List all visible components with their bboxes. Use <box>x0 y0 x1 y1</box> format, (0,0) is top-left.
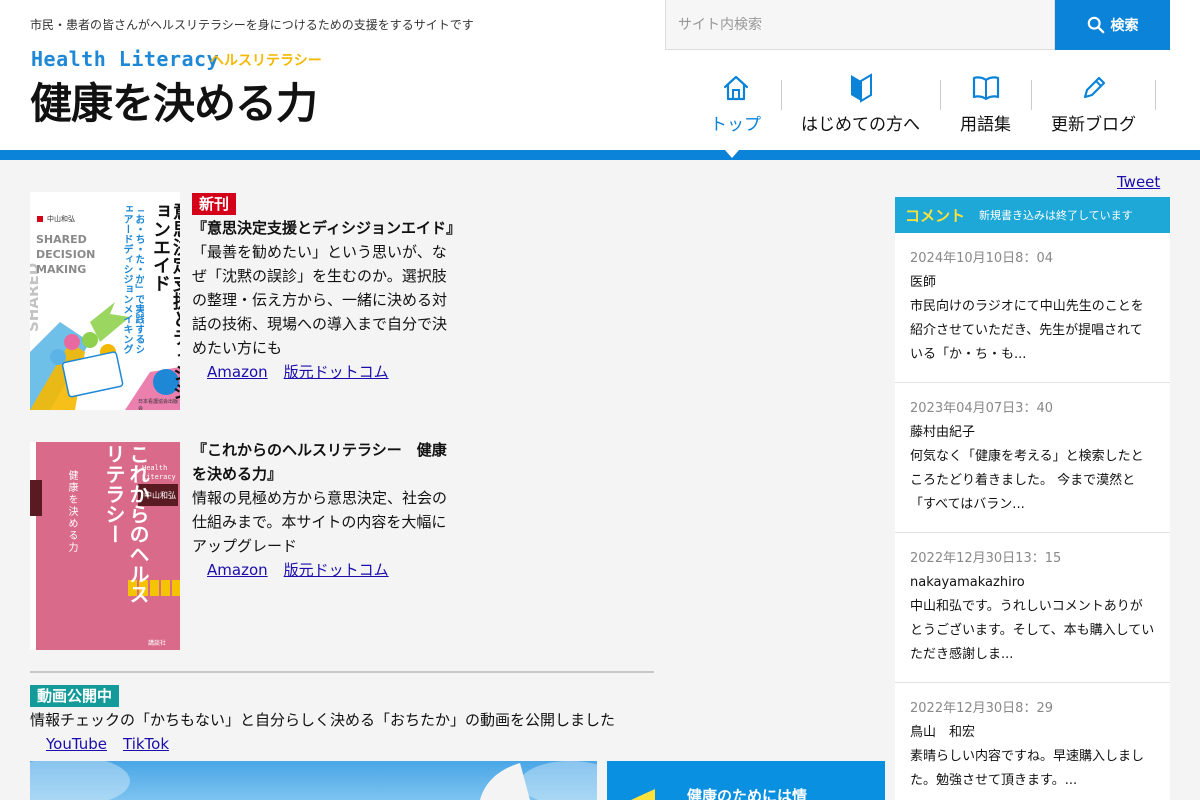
search-button[interactable]: 検索 <box>1055 0 1170 50</box>
search-icon <box>1087 16 1104 34</box>
book-description: 情報の見極め方から意思決定、社会の仕組みまで。本サイトの内容を大幅にアップグレー… <box>192 489 448 555</box>
video-links: YouTube TikTok <box>46 735 185 753</box>
book-icon <box>972 76 999 101</box>
nav-label-glossary: 用語集 <box>960 115 1011 135</box>
site-logo-title[interactable]: 健康を決める力 <box>30 70 318 131</box>
comment-date: 2022年12月30日13：15 <box>910 551 1062 566</box>
beginner-mark-icon <box>850 73 872 103</box>
comment-item[interactable]: 2023年04月07日3：40 藤村由紀子 何気なく「健康を考える」と検索したと… <box>895 383 1170 533</box>
comment-author: 藤村由紀子 <box>910 425 976 440</box>
book-title: 『これからのヘルスリテラシー 健康を決める力』 <box>192 441 447 483</box>
cover-subtitle: 「お・ち・た・か」で実践するシェアードディシジョンメイキング <box>121 204 144 354</box>
nav-item-beginners[interactable]: はじめての方へ <box>781 72 940 138</box>
header-accent-bar <box>0 150 1200 160</box>
cover-title: 意思決定支援とディシジョンエイド <box>150 202 180 400</box>
comment-author: 医師 <box>910 275 937 290</box>
comment-excerpt: 市民向けのラジオにて中山先生のことを紹介させていただき、先生が提唱されている「か… <box>910 299 1144 362</box>
book-description: 「最善を勧めたい」という思いが、なぜ「沈黙の誤診」を生むのか。選択肢の整理・伝え… <box>192 243 448 357</box>
section-divider <box>30 671 654 673</box>
comments-title: コメント <box>905 206 966 225</box>
nav-item-blog[interactable]: 更新ブログ <box>1031 72 1156 138</box>
search-button-label: 検索 <box>1110 18 1139 34</box>
comments-closed-note: 新規書き込みは終了しています <box>979 209 1133 222</box>
comment-excerpt: 何気なく「健康を考える」と検索したところたどり着きました。 今まで漠然と「すべて… <box>910 449 1144 512</box>
banner-art <box>30 761 597 800</box>
amazon-link[interactable]: Amazon <box>207 363 268 381</box>
feature-banner-image[interactable] <box>30 761 597 800</box>
amazon-link[interactable]: Amazon <box>207 561 268 579</box>
new-release-badge: 新刊 <box>192 193 237 215</box>
feature-banner-promo[interactable]: 健康のためには情 <box>607 761 885 800</box>
nav-label-beginners: はじめての方へ <box>801 115 920 135</box>
book-info: 新刊 『意思決定支援とディシジョンエイド』 「最善を勧めたい」という思いが、なぜ… <box>192 192 461 384</box>
comment-item[interactable]: 2022年12月30日13：15 nakayamakazhiro 中山和弘です。… <box>895 533 1170 683</box>
pencil-icon <box>1083 76 1105 99</box>
site-tagline: 市民・患者の皆さんがヘルスリテラシーを身につけるための支援をするサイトです <box>30 18 474 32</box>
comment-item[interactable]: 2022年12月30日8：29 鳥山 和宏 素晴らしい内容ですね。早速購入しまし… <box>895 683 1170 800</box>
comment-date: 2023年04月07日3：40 <box>910 401 1053 416</box>
site-search-input[interactable] <box>665 0 1055 50</box>
active-nav-pointer <box>725 150 739 158</box>
site-header: 市民・患者の皆さんがヘルスリテラシーを身につけるための支援をするサイトです He… <box>0 0 1200 150</box>
book-purchase-links: Amazon 版元ドットコム <box>192 558 454 582</box>
youtube-link[interactable]: YouTube <box>46 735 107 753</box>
hanmoto-link[interactable]: 版元ドットコム <box>284 363 389 381</box>
brand-japanese-subtitle[interactable]: ヘルスリテラシー <box>210 50 322 70</box>
video-announcement: 情報チェックの「かちもない」と自分らしく決める「おちたか」の動画を公開しました <box>30 711 616 729</box>
nav-label-top: トップ <box>710 115 761 135</box>
main-nav: トップ はじめての方へ 用語集 更新ブログ <box>690 72 1156 142</box>
comment-author: 鳥山 和宏 <box>910 725 976 740</box>
comment-item[interactable]: 2024年10月10日8：04 医師 市民向けのラジオにて中山先生のことを紹介さ… <box>895 233 1170 383</box>
nav-label-blog: 更新ブログ <box>1051 115 1136 135</box>
tweet-link[interactable]: Tweet <box>1117 173 1160 191</box>
comment-author: nakayamakazhiro <box>910 575 1025 590</box>
comment-date: 2024年10月10日8：04 <box>910 251 1053 266</box>
cover-publisher: 講談社 <box>148 640 167 647</box>
hanmoto-link[interactable]: 版元ドットコム <box>284 561 389 579</box>
video-badge: 動画公開中 <box>30 685 120 707</box>
cover-subtitle: 健康を決める力 <box>66 470 77 554</box>
brand-english-name[interactable]: Health Literacy <box>31 47 219 71</box>
cover-author: 中山和弘 <box>144 491 176 500</box>
comment-excerpt: 中山和弘です。うれしいコメントありがとうございます。そして、本も購入していただき… <box>910 599 1155 662</box>
comment-excerpt: 素晴らしい内容ですね。早速購入しました。勉強させて頂きます。... <box>910 749 1145 788</box>
cover-english-title: Health Literacy <box>142 464 176 481</box>
banner-heading: 健康のためには情 <box>687 787 808 800</box>
book-cover-health-literacy[interactable]: これからのヘルスリテラシー 健康を決める力 Health Literacy 中山… <box>30 442 180 650</box>
cover-publisher: 日本看護協会出版会 <box>138 399 179 410</box>
cover-english-title: SHARED DECISION MAKING <box>36 233 96 276</box>
book-cover-decision-aid[interactable]: SHARED 意思決定支援とディシジョンエイド 「お・ち・た・か」で実践するシェ… <box>30 192 180 410</box>
book-info: 『これからのヘルスリテラシー 健康を決める力』 情報の見極め方から意思決定、社会… <box>192 438 454 582</box>
comments-header: コメント 新規書き込みは終了しています <box>895 197 1170 233</box>
book-purchase-links: Amazon 版元ドットコム <box>192 360 454 384</box>
nav-item-glossary[interactable]: 用語集 <box>940 72 1031 138</box>
tiktok-link[interactable]: TikTok <box>123 735 169 753</box>
cover-author: 中山和弘 <box>47 215 75 223</box>
book-title: 『意思決定支援とディシジョンエイド』 <box>192 219 461 237</box>
main-content: Tweet SHARED 意思決定支援とディシジョンエイド 「お・ち・た・か」で… <box>0 160 1200 800</box>
comment-date: 2022年12月30日8：29 <box>910 701 1053 716</box>
nav-item-top[interactable]: トップ <box>690 72 781 138</box>
comment-list: 2024年10月10日8：04 医師 市民向けのラジオにて中山先生のことを紹介さ… <box>895 233 1170 800</box>
home-icon <box>723 75 748 101</box>
